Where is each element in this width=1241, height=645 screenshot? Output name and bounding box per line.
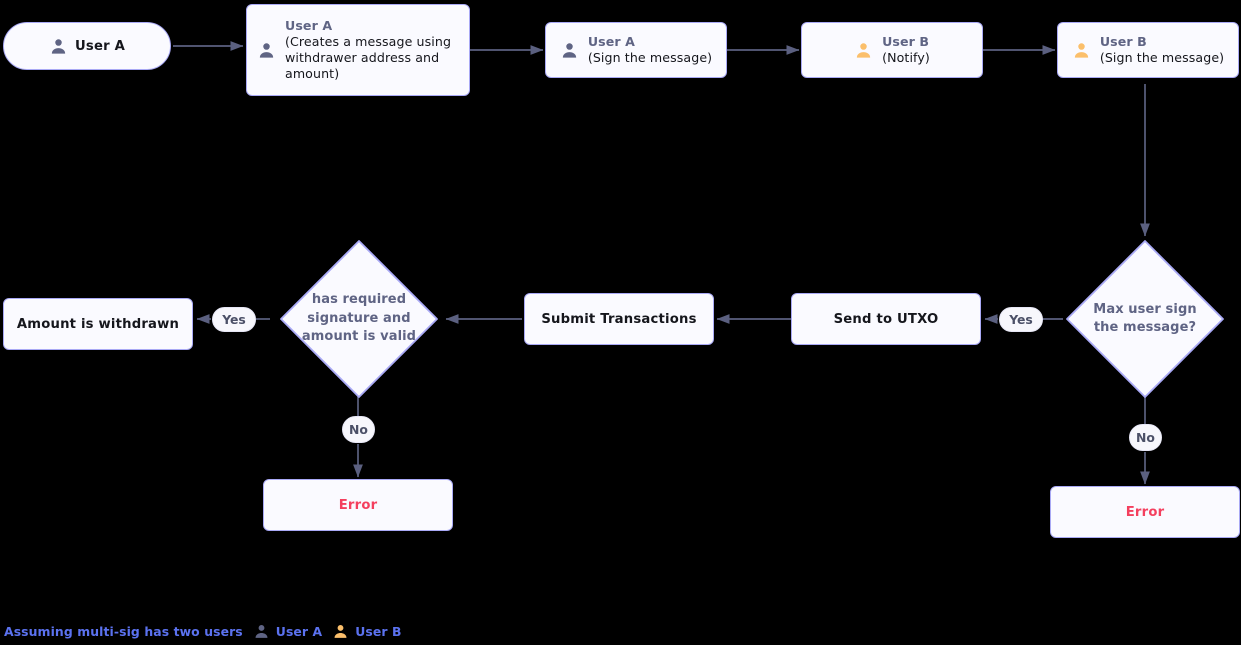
node-user-b-sign[interactable]: User B (Sign the message): [1057, 22, 1239, 78]
user-a-sign-content: User A (Sign the message): [550, 34, 722, 66]
node-signature-valid-decision[interactable]: has required signature and amount is val…: [277, 237, 441, 401]
start-user-a-label: User A: [74, 38, 125, 54]
node-submit-transactions[interactable]: Submit Transactions: [524, 293, 714, 345]
user-b-notify-subtitle: (Notify): [882, 50, 930, 65]
user-icon: [1074, 42, 1088, 58]
create-message-title: User A: [285, 17, 333, 33]
user-b-notify-content: User B (Notify): [844, 34, 940, 66]
edge-label-max-sign-no-text: No: [1136, 430, 1155, 445]
edge-label-max-sign-no: No: [1129, 424, 1162, 451]
user-icon: [334, 625, 347, 638]
edge-label-signature-no-text: No: [349, 422, 368, 437]
user-a-sign-subtitle: (Sign the message): [587, 50, 713, 65]
error-left-label: Error: [338, 497, 378, 513]
legend: Assuming multi-sig has two users User A …: [4, 623, 402, 640]
user-a-sign-text: User A (Sign the message): [588, 34, 712, 66]
node-create-message[interactable]: User A (Creates a message using withdraw…: [246, 4, 470, 96]
edge-label-max-sign-yes: Yes: [999, 307, 1043, 332]
legend-item-user-a: User A: [253, 623, 322, 640]
create-message-subtitle: (Creates a message using withdrawer addr…: [285, 33, 452, 82]
user-icon: [562, 42, 576, 58]
user-a-sign-title: User A: [587, 33, 636, 49]
user-icon: [51, 38, 66, 54]
legend-item-user-b: User B: [332, 623, 401, 640]
node-error-left[interactable]: Error: [263, 479, 453, 531]
node-max-user-sign-decision[interactable]: Max user sign the message?: [1063, 237, 1227, 401]
legend-item-user-a-label: User A: [275, 624, 323, 639]
legend-item-user-b-label: User B: [355, 624, 402, 639]
signature-valid-decision-label: has required signature and amount is val…: [301, 292, 417, 345]
send-to-utxo-label: Send to UTXO: [833, 311, 939, 327]
user-b-notify-text: User B (Notify): [882, 34, 930, 66]
node-user-b-notify[interactable]: User B (Notify): [801, 22, 983, 78]
submit-transactions-label: Submit Transactions: [541, 311, 697, 327]
create-message-text: User A (Creates a message using withdraw…: [285, 18, 459, 82]
edge-label-max-sign-yes-text: Yes: [1009, 312, 1033, 327]
node-user-a-sign[interactable]: User A (Sign the message): [545, 22, 727, 78]
legend-note: Assuming multi-sig has two users: [4, 624, 243, 639]
user-b-sign-subtitle: (Sign the message): [1099, 50, 1225, 65]
user-b-notify-title: User B: [882, 33, 930, 49]
error-right-label: Error: [1125, 504, 1165, 520]
create-message-content: User A (Creates a message using withdraw…: [247, 18, 469, 82]
user-icon: [255, 625, 268, 638]
node-amount-withdrawn[interactable]: Amount is withdrawn: [3, 298, 193, 350]
edge-label-signature-yes: Yes: [212, 307, 256, 332]
user-b-sign-title: User B: [1099, 33, 1147, 49]
node-send-to-utxo[interactable]: Send to UTXO: [791, 293, 981, 345]
node-error-right[interactable]: Error: [1050, 486, 1240, 538]
node-start-user-a[interactable]: User A: [3, 22, 171, 70]
user-b-sign-text: User B (Sign the message): [1100, 34, 1224, 66]
edge-label-signature-yes-text: Yes: [222, 312, 246, 327]
flowchart-canvas: User A User A (Creates a message using w…: [0, 0, 1241, 645]
user-b-sign-content: User B (Sign the message): [1062, 34, 1234, 66]
amount-withdrawn-label: Amount is withdrawn: [16, 316, 180, 332]
user-icon: [856, 42, 871, 58]
user-icon: [259, 42, 274, 58]
max-user-sign-decision-label: Max user sign the message?: [1093, 301, 1197, 335]
edge-label-signature-no: No: [342, 416, 375, 443]
start-user-a-content: User A: [49, 37, 125, 56]
